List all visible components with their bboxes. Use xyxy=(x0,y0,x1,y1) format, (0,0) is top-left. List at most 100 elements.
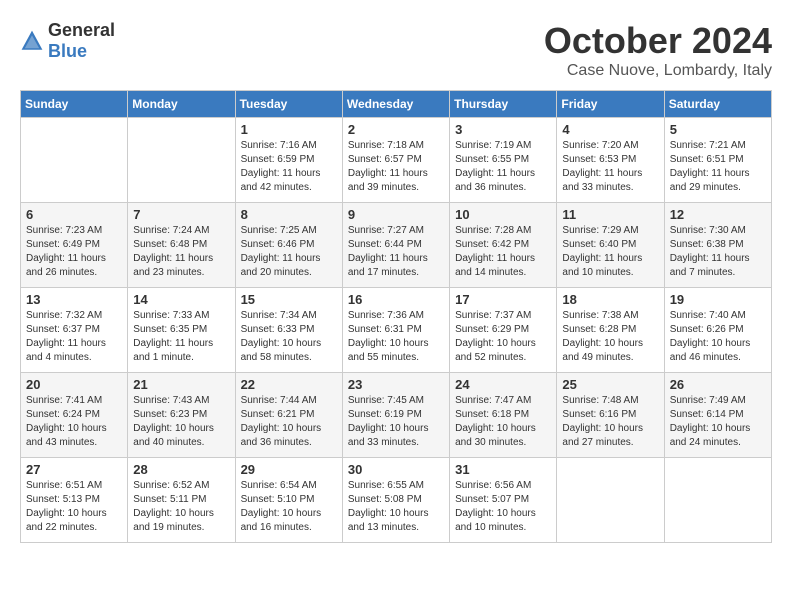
logo: General Blue xyxy=(20,20,115,62)
cell-content: Sunrise: 7:33 AM Sunset: 6:35 PM Dayligh… xyxy=(133,309,229,365)
calendar-cell: 21Sunrise: 7:43 AM Sunset: 6:23 PM Dayli… xyxy=(128,373,235,458)
cell-content: Sunrise: 7:18 AM Sunset: 6:57 PM Dayligh… xyxy=(348,139,444,195)
cell-content: Sunrise: 7:40 AM Sunset: 6:26 PM Dayligh… xyxy=(670,309,766,365)
cell-content: Sunrise: 6:55 AM Sunset: 5:08 PM Dayligh… xyxy=(348,479,444,535)
calendar-cell: 11 Sunrise: 7:29 AM Sunset: 6:40 PM Dayli… xyxy=(557,203,664,288)
cell-content: Sunrise: 7:28 AM Sunset: 6:42 PM Dayligh… xyxy=(455,224,551,280)
calendar-cell: 8Sunrise: 7:25 AM Sunset: 6:46 PM Daylig… xyxy=(235,203,342,288)
cell-content: Sunrise: 7:38 AM Sunset: 6:28 PM Dayligh… xyxy=(562,309,658,365)
cell-content: Sunrise: 7:44 AM Sunset: 6:21 PM Dayligh… xyxy=(241,394,337,450)
day-number: 9 xyxy=(348,207,444,222)
calendar-cell: 13 Sunrise: 7:32 AM Sunset: 6:37 PM Dayli… xyxy=(21,288,128,373)
cell-content: Sunrise: 7:37 AM Sunset: 6:29 PM Dayligh… xyxy=(455,309,551,365)
day-number: 19 xyxy=(670,292,766,307)
calendar-cell: 17Sunrise: 7:37 AM Sunset: 6:29 PM Dayli… xyxy=(450,288,557,373)
cell-content: Sunrise: 6:56 AM Sunset: 5:07 PM Dayligh… xyxy=(455,479,551,535)
cell-content: Sunrise: 7:49 AM Sunset: 6:14 PM Dayligh… xyxy=(670,394,766,450)
cell-content: Sunrise: 7:23 AM Sunset: 6:49 PM Dayligh… xyxy=(26,224,122,280)
calendar-cell: 15Sunrise: 7:34 AM Sunset: 6:33 PM Dayli… xyxy=(235,288,342,373)
cell-content: Sunrise: 7:27 AM Sunset: 6:44 PM Dayligh… xyxy=(348,224,444,280)
cell-content: Sunrise: 6:51 AM Sunset: 5:13 PM Dayligh… xyxy=(26,479,122,535)
day-number: 16 xyxy=(348,292,444,307)
calendar-cell: 24 Sunrise: 7:47 AM Sunset: 6:18 PM Dayli… xyxy=(450,373,557,458)
day-number: 13 xyxy=(26,292,122,307)
header-row: SundayMondayTuesdayWednesdayThursdayFrid… xyxy=(21,91,772,118)
day-number: 24 xyxy=(455,377,551,392)
location-title: Case Nuove, Lombardy, Italy xyxy=(544,62,772,80)
calendar-cell xyxy=(21,118,128,203)
cell-content: Sunrise: 7:30 AM Sunset: 6:38 PM Dayligh… xyxy=(670,224,766,280)
day-number: 20 xyxy=(26,377,122,392)
calendar-cell: 7Sunrise: 7:24 AM Sunset: 6:48 PM Daylig… xyxy=(128,203,235,288)
day-number: 18 xyxy=(562,292,658,307)
logo-blue: Blue xyxy=(48,41,87,61)
calendar-cell: 28 Sunrise: 6:52 AM Sunset: 5:11 PM Dayli… xyxy=(128,458,235,543)
calendar-cell: 31 Sunrise: 6:56 AM Sunset: 5:07 PM Dayli… xyxy=(450,458,557,543)
calendar-cell xyxy=(557,458,664,543)
calendar-cell: 19 Sunrise: 7:40 AM Sunset: 6:26 PM Dayli… xyxy=(664,288,771,373)
cell-content: Sunrise: 7:45 AM Sunset: 6:19 PM Dayligh… xyxy=(348,394,444,450)
day-number: 28 xyxy=(133,462,229,477)
week-row-4: 20 Sunrise: 7:41 AM Sunset: 6:24 PM Dayli… xyxy=(21,373,772,458)
day-number: 30 xyxy=(348,462,444,477)
day-number: 7 xyxy=(133,207,229,222)
day-number: 15 xyxy=(241,292,337,307)
cell-content: Sunrise: 7:21 AM Sunset: 6:51 PM Dayligh… xyxy=(670,139,766,195)
day-number: 11 xyxy=(562,207,658,222)
calendar-cell: 23 Sunrise: 7:45 AM Sunset: 6:19 PM Dayli… xyxy=(342,373,449,458)
calendar-cell xyxy=(664,458,771,543)
cell-content: Sunrise: 7:16 AM Sunset: 6:59 PM Dayligh… xyxy=(241,139,337,195)
month-title: October 2024 xyxy=(544,20,772,62)
logo-icon xyxy=(20,29,44,53)
calendar-cell: 30 Sunrise: 6:55 AM Sunset: 5:08 PM Dayli… xyxy=(342,458,449,543)
day-number: 25 xyxy=(562,377,658,392)
logo-general: General xyxy=(48,20,115,40)
day-number: 2 xyxy=(348,122,444,137)
cell-content: Sunrise: 7:32 AM Sunset: 6:37 PM Dayligh… xyxy=(26,309,122,365)
day-header-friday: Friday xyxy=(557,91,664,118)
cell-content: Sunrise: 7:36 AM Sunset: 6:31 PM Dayligh… xyxy=(348,309,444,365)
cell-content: Sunrise: 6:52 AM Sunset: 5:11 PM Dayligh… xyxy=(133,479,229,535)
logo-text: General Blue xyxy=(48,20,115,62)
day-header-saturday: Saturday xyxy=(664,91,771,118)
cell-content: Sunrise: 7:29 AM Sunset: 6:40 PM Dayligh… xyxy=(562,224,658,280)
calendar-cell: 10Sunrise: 7:28 AM Sunset: 6:42 PM Dayli… xyxy=(450,203,557,288)
day-number: 29 xyxy=(241,462,337,477)
day-number: 26 xyxy=(670,377,766,392)
day-number: 4 xyxy=(562,122,658,137)
day-header-monday: Monday xyxy=(128,91,235,118)
cell-content: Sunrise: 6:54 AM Sunset: 5:10 PM Dayligh… xyxy=(241,479,337,535)
calendar-cell: 12Sunrise: 7:30 AM Sunset: 6:38 PM Dayli… xyxy=(664,203,771,288)
day-number: 5 xyxy=(670,122,766,137)
cell-content: Sunrise: 7:41 AM Sunset: 6:24 PM Dayligh… xyxy=(26,394,122,450)
calendar-cell: 16 Sunrise: 7:36 AM Sunset: 6:31 PM Dayli… xyxy=(342,288,449,373)
calendar-cell: 25Sunrise: 7:48 AM Sunset: 6:16 PM Dayli… xyxy=(557,373,664,458)
day-header-sunday: Sunday xyxy=(21,91,128,118)
day-number: 8 xyxy=(241,207,337,222)
calendar-cell: 3Sunrise: 7:19 AM Sunset: 6:55 PM Daylig… xyxy=(450,118,557,203)
cell-content: Sunrise: 7:20 AM Sunset: 6:53 PM Dayligh… xyxy=(562,139,658,195)
calendar-cell: 27Sunrise: 6:51 AM Sunset: 5:13 PM Dayli… xyxy=(21,458,128,543)
day-header-thursday: Thursday xyxy=(450,91,557,118)
week-row-5: 27Sunrise: 6:51 AM Sunset: 5:13 PM Dayli… xyxy=(21,458,772,543)
day-number: 23 xyxy=(348,377,444,392)
week-row-3: 13 Sunrise: 7:32 AM Sunset: 6:37 PM Dayli… xyxy=(21,288,772,373)
calendar-cell: 22 Sunrise: 7:44 AM Sunset: 6:21 PM Dayli… xyxy=(235,373,342,458)
day-number: 3 xyxy=(455,122,551,137)
calendar-table: SundayMondayTuesdayWednesdayThursdayFrid… xyxy=(20,90,772,543)
page-header: General Blue October 2024 Case Nuove, Lo… xyxy=(20,20,772,80)
calendar-cell: 18 Sunrise: 7:38 AM Sunset: 6:28 PM Dayli… xyxy=(557,288,664,373)
title-block: October 2024 Case Nuove, Lombardy, Italy xyxy=(544,20,772,80)
calendar-cell: 2 Sunrise: 7:18 AM Sunset: 6:57 PM Daylig… xyxy=(342,118,449,203)
day-number: 6 xyxy=(26,207,122,222)
calendar-cell: 20 Sunrise: 7:41 AM Sunset: 6:24 PM Dayli… xyxy=(21,373,128,458)
day-header-wednesday: Wednesday xyxy=(342,91,449,118)
week-row-1: 1Sunrise: 7:16 AM Sunset: 6:59 PM Daylig… xyxy=(21,118,772,203)
calendar-cell: 9 Sunrise: 7:27 AM Sunset: 6:44 PM Daylig… xyxy=(342,203,449,288)
cell-content: Sunrise: 7:47 AM Sunset: 6:18 PM Dayligh… xyxy=(455,394,551,450)
day-number: 31 xyxy=(455,462,551,477)
calendar-cell xyxy=(128,118,235,203)
day-number: 22 xyxy=(241,377,337,392)
week-row-2: 6 Sunrise: 7:23 AM Sunset: 6:49 PM Daylig… xyxy=(21,203,772,288)
calendar-cell: 26 Sunrise: 7:49 AM Sunset: 6:14 PM Dayli… xyxy=(664,373,771,458)
